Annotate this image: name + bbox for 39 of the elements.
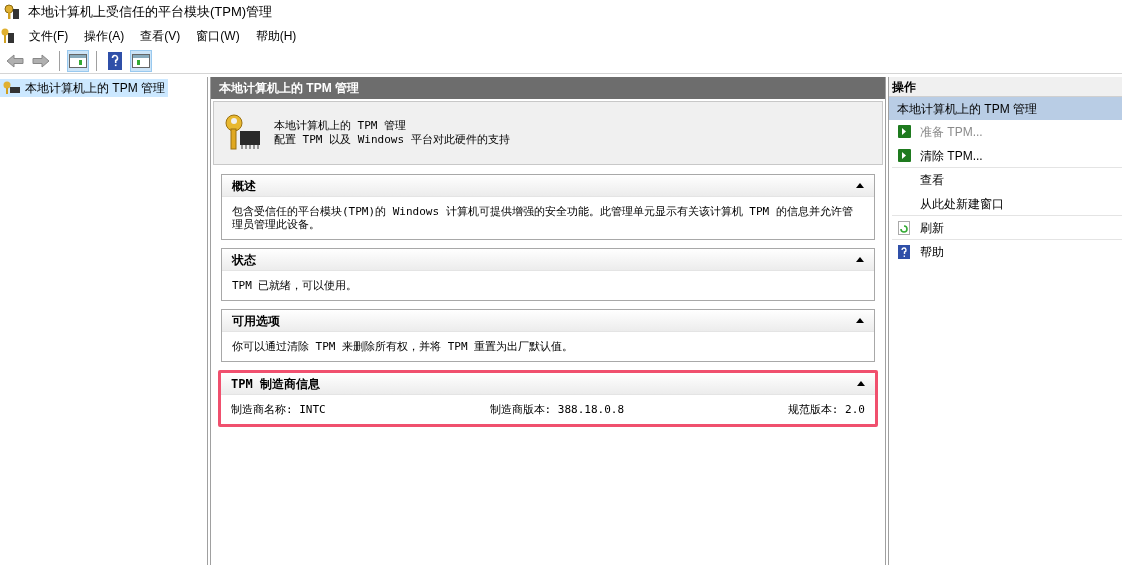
collapse-triangle-icon[interactable]: [856, 257, 864, 262]
intro-subtitle: 配置 TPM 以及 Windows 平台对此硬件的支持: [274, 133, 510, 147]
tree-item[interactable]: 本地计算机上的 TPM 管理: [0, 79, 168, 97]
action-item[interactable]: 从此处新建窗口: [892, 192, 1122, 216]
actions-header: 操作: [889, 77, 1122, 97]
collapse-triangle-icon[interactable]: [856, 318, 864, 323]
key-chip-icon: [3, 81, 21, 95]
show-tree-button[interactable]: [67, 49, 89, 72]
section-text: TPM 已就绪，可以使用。: [232, 279, 359, 292]
action-item[interactable]: 帮助: [892, 240, 1122, 264]
show-actions-button[interactable]: [130, 49, 152, 72]
menu-item[interactable]: 文件(F): [21, 27, 77, 45]
menu-item[interactable]: 操作(A): [76, 27, 133, 45]
menu-item[interactable]: 帮助(H): [247, 27, 305, 45]
key-chip-icon: [222, 113, 262, 153]
section-title: TPM 制造商信息: [231, 375, 320, 393]
actions-group-header[interactable]: 本地计算机上的 TPM 管理: [889, 97, 1122, 120]
key-icon: [4, 4, 20, 20]
refresh-icon: [898, 220, 910, 235]
info-field: 制造商版本: 388.18.0.8: [489, 403, 625, 416]
info-field: 制造商名称: INTC: [231, 403, 326, 416]
section-title: 可用选项: [232, 312, 280, 330]
intro-title: 本地计算机上的 TPM 管理: [274, 119, 408, 133]
pane-header: 本地计算机上的 TPM 管理: [211, 77, 885, 99]
menu-item[interactable]: 窗口(W): [188, 27, 248, 45]
section-text: 你可以通过清除 TPM 来删除所有权，并将 TPM 重置为出厂默认值。: [232, 340, 575, 353]
help-icon: [898, 245, 910, 259]
collapse-triangle-icon[interactable]: [857, 381, 865, 386]
action-item[interactable]: 查看: [892, 168, 1122, 192]
action-item[interactable]: 刷新: [892, 216, 1122, 240]
section-text: 包含受信任的平台模块(TPM)的 Windows 计算机可提供增强的安全功能。此管理单元显示有关该计算机 TPM 的信息并允许管理员管理此设备。: [232, 205, 854, 231]
section-title: 状态: [232, 251, 256, 269]
section-title: 概述: [232, 177, 256, 195]
window-title: 本地计算机上受信任的平台模块(TPM)管理: [28, 3, 273, 22]
info-field: 规范版本: 2.0: [787, 403, 865, 416]
app-icon: [1, 28, 15, 44]
menu-item[interactable]: 查看(V): [132, 27, 189, 45]
action-item[interactable]: 清除 TPM...: [892, 144, 1122, 168]
collapse-triangle-icon[interactable]: [856, 183, 864, 188]
